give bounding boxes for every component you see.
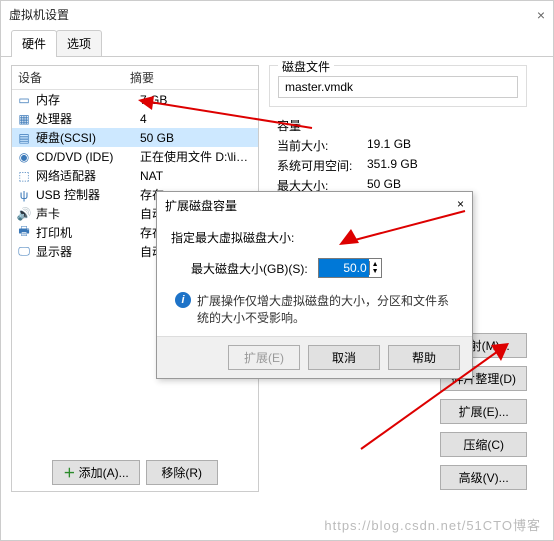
device-row[interactable]: ◉ CD/DVD (IDE)正在使用文件 D:\linux镜像文件\C...	[12, 147, 258, 166]
add-icon: ＋	[63, 466, 75, 480]
device-name: 处理器	[36, 110, 140, 127]
capacity-label: 容量	[277, 119, 301, 133]
device-row[interactable]: ▦处理器4	[12, 109, 258, 128]
disk-file-label: 磁盘文件	[278, 58, 334, 75]
advanced-button[interactable]: 高级(V)...	[440, 465, 527, 490]
device-summary: 4	[140, 112, 254, 126]
footer: https://blog.csdn.net/51CTO博客	[324, 515, 541, 534]
device-row[interactable]: ⬚网络适配器NAT	[12, 166, 258, 185]
device-icon: ⬚	[16, 168, 32, 184]
device-row[interactable]: ▤硬盘(SCSI)50 GB	[12, 128, 258, 147]
device-name: 打印机	[36, 224, 140, 241]
dialog-title: 扩展磁盘容量	[165, 197, 237, 214]
compress-button[interactable]: 压缩(C)	[440, 432, 527, 457]
device-icon: 🖶	[16, 225, 32, 241]
free-space-label: 系统可用空间:	[277, 157, 367, 174]
close-icon[interactable]: ×	[537, 1, 545, 29]
device-summary: 50 GB	[140, 131, 254, 145]
current-size-label: 当前大小:	[277, 137, 367, 154]
add-button[interactable]: ＋ 添加(A)...	[52, 460, 139, 485]
vm-settings-window: 虚拟机设置 × 硬件 选项 设备 摘要 ▭内存7 GB▦处理器4▤硬盘(SCSI…	[0, 0, 554, 541]
expand-button[interactable]: 扩展(E)...	[440, 399, 527, 424]
window-title: 虚拟机设置	[9, 1, 69, 29]
dialog-specify-label: 指定最大虚拟磁盘大小:	[171, 229, 458, 246]
dialog-info-text: 扩展操作仅增大虚拟磁盘的大小，分区和文件系统的大小不受影响。	[197, 292, 458, 326]
device-row[interactable]: ▭内存7 GB	[12, 90, 258, 109]
device-name: USB 控制器	[36, 186, 140, 203]
device-icon: ψ	[16, 187, 32, 203]
expand-dialog: 扩展磁盘容量 × 指定最大虚拟磁盘大小: 最大磁盘大小(GB)(S): ▲▼ i…	[156, 191, 473, 379]
dialog-help-button[interactable]: 帮助	[388, 345, 460, 370]
watermark: https://blog.csdn.net/51CTO博客	[324, 515, 541, 534]
device-name: 网络适配器	[36, 167, 140, 184]
device-name: 内存	[36, 91, 140, 108]
tab-options[interactable]: 选项	[56, 30, 102, 57]
info-icon: i	[175, 292, 191, 308]
dialog-size-input[interactable]	[319, 259, 369, 277]
tabs: 硬件 选项	[1, 29, 553, 57]
chevron-down-icon[interactable]: ▼	[370, 268, 381, 275]
free-space: 351.9 GB	[367, 157, 418, 174]
device-icon: ▭	[16, 92, 32, 108]
device-summary: NAT	[140, 169, 254, 183]
chevron-up-icon[interactable]: ▲	[370, 261, 381, 268]
dialog-expand-button[interactable]: 扩展(E)	[228, 345, 300, 370]
titlebar: 虚拟机设置 ×	[1, 1, 553, 29]
disk-file-group: 磁盘文件 master.vmdk	[269, 65, 527, 107]
device-name: CD/DVD (IDE)	[36, 150, 140, 164]
dialog-close-icon[interactable]: ×	[457, 197, 464, 214]
device-name: 硬盘(SCSI)	[36, 129, 140, 146]
device-icon: ▦	[16, 111, 32, 127]
device-icon: ◉	[16, 149, 32, 165]
spinner-arrows[interactable]: ▲▼	[369, 261, 381, 275]
dialog-size-spinner[interactable]: ▲▼	[318, 258, 382, 278]
tab-hardware[interactable]: 硬件	[11, 30, 57, 57]
device-summary: 正在使用文件 D:\linux镜像文件\C...	[140, 148, 254, 165]
device-name: 显示器	[36, 243, 140, 260]
device-name: 声卡	[36, 205, 140, 222]
current-size: 19.1 GB	[367, 137, 411, 154]
header-device: 设备	[18, 69, 130, 86]
device-icon: 🖵	[16, 244, 32, 260]
dialog-cancel-button[interactable]: 取消	[308, 345, 380, 370]
list-header: 设备 摘要	[12, 66, 258, 90]
device-icon: ▤	[16, 130, 32, 146]
remove-button[interactable]: 移除(R)	[146, 460, 218, 485]
device-summary: 7 GB	[140, 93, 254, 107]
device-icon: 🔊	[16, 206, 32, 222]
disk-file-field[interactable]: master.vmdk	[278, 76, 518, 98]
header-summary: 摘要	[130, 69, 252, 86]
dialog-field-label: 最大磁盘大小(GB)(S):	[191, 260, 308, 277]
